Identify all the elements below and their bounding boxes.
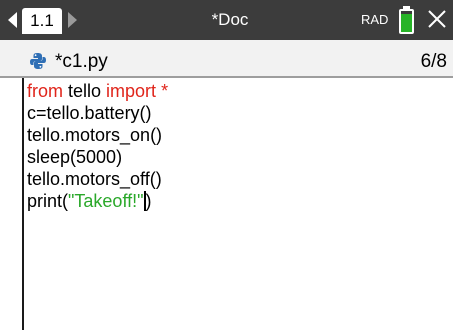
screen: 1.1 *Doc RAD *c1.py 6/8 from tello impor… [0,0,453,330]
battery-icon [399,9,414,34]
keyword-import: import [106,81,157,101]
code-line[interactable]: sleep(5000) [27,146,168,168]
close-icon[interactable] [426,8,448,30]
document-title: *Doc [211,10,249,29]
code-lines: from tello import * c=tello.battery() te… [27,80,168,212]
keyword-from: from [27,81,63,101]
tab-next-arrow-icon[interactable] [68,12,77,28]
file-name: *c1.py [55,51,108,72]
string-literal: "Takeoff!" [68,191,144,211]
angle-mode-indicator: RAD [361,12,389,27]
print-call: print( [27,191,69,211]
tab-page[interactable]: 1.1 [22,8,62,34]
top-bar: 1.1 *Doc RAD [0,0,453,40]
import-wildcard: * [161,81,169,101]
file-header: *c1.py 6/8 [0,40,453,78]
tab-previous-arrow-icon[interactable] [8,12,17,28]
module-name: tello [63,81,107,101]
code-line[interactable]: print("Takeoff!") [27,190,168,212]
python-icon [30,53,46,69]
closing-paren: ) [145,191,152,211]
battery-level [401,14,412,32]
code-line[interactable]: from tello import * [27,80,168,102]
code-line[interactable]: c=tello.battery() [27,102,168,124]
code-line[interactable]: tello.motors_off() [27,168,168,190]
code-line[interactable]: tello.motors_on() [27,124,168,146]
line-position-indicator: 6/8 [420,51,447,72]
